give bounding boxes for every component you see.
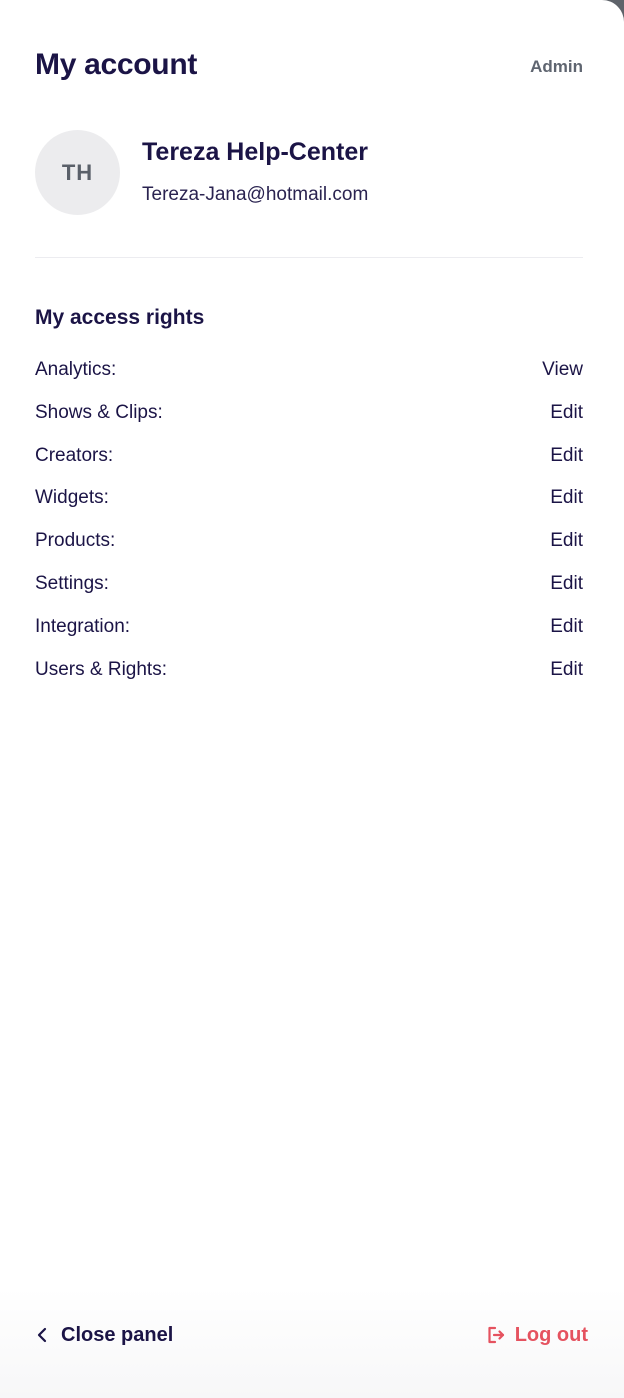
access-right-value: Edit	[550, 615, 583, 637]
logout-button[interactable]: Log out	[485, 1320, 588, 1350]
access-right-value: Edit	[550, 401, 583, 423]
access-right-value: Edit	[550, 487, 583, 509]
access-right-row-settings: Settings: Edit	[35, 573, 583, 616]
avatar: TH	[35, 130, 120, 215]
divider	[35, 257, 583, 258]
access-right-value: Edit	[550, 658, 583, 680]
access-right-label: Widgets:	[35, 487, 109, 509]
close-panel-button[interactable]: Close panel	[33, 1320, 173, 1350]
access-right-row-users-rights: Users & Rights: Edit	[35, 659, 583, 702]
access-right-row-products: Products: Edit	[35, 530, 583, 573]
profile-name: Tereza Help-Center	[142, 138, 368, 166]
access-right-value: Edit	[550, 530, 583, 552]
profile-section: TH Tereza Help-Center Tereza-Jana@hotmai…	[35, 130, 583, 216]
logout-icon	[485, 1324, 507, 1346]
panel-header: My account Admin	[35, 48, 583, 88]
access-right-value: Edit	[550, 572, 583, 594]
access-right-label: Users & Rights:	[35, 658, 167, 680]
access-right-label: Shows & Clips:	[35, 401, 163, 423]
panel-footer: Close panel Log out	[0, 1288, 624, 1398]
access-right-label: Integration:	[35, 615, 131, 637]
access-right-row-integration: Integration: Edit	[35, 616, 583, 659]
access-rights-title: My access rights	[35, 306, 205, 329]
role-badge: Admin	[530, 57, 583, 76]
profile-email: Tereza-Jana@hotmail.com	[142, 184, 369, 205]
access-right-label: Analytics:	[35, 359, 117, 380]
page-title: My account	[35, 48, 198, 81]
access-right-value: Edit	[550, 444, 583, 466]
access-right-row-analytics: Analytics: View	[35, 359, 583, 402]
chevron-left-icon	[33, 1325, 53, 1345]
access-right-value: View	[542, 359, 583, 380]
access-rights-list: Analytics: View Shows & Clips: Edit Crea…	[35, 359, 583, 701]
access-right-label: Products:	[35, 530, 116, 552]
access-right-row-shows-clips: Shows & Clips: Edit	[35, 402, 583, 445]
access-right-row-creators: Creators: Edit	[35, 445, 583, 488]
close-panel-label: Close panel	[61, 1323, 174, 1346]
logout-label: Log out	[514, 1323, 588, 1346]
access-right-label: Creators:	[35, 444, 114, 466]
access-right-row-widgets: Widgets: Edit	[35, 487, 583, 530]
account-panel: My account Admin TH Tereza Help-Center T…	[0, 0, 624, 1398]
access-right-label: Settings:	[35, 572, 109, 594]
